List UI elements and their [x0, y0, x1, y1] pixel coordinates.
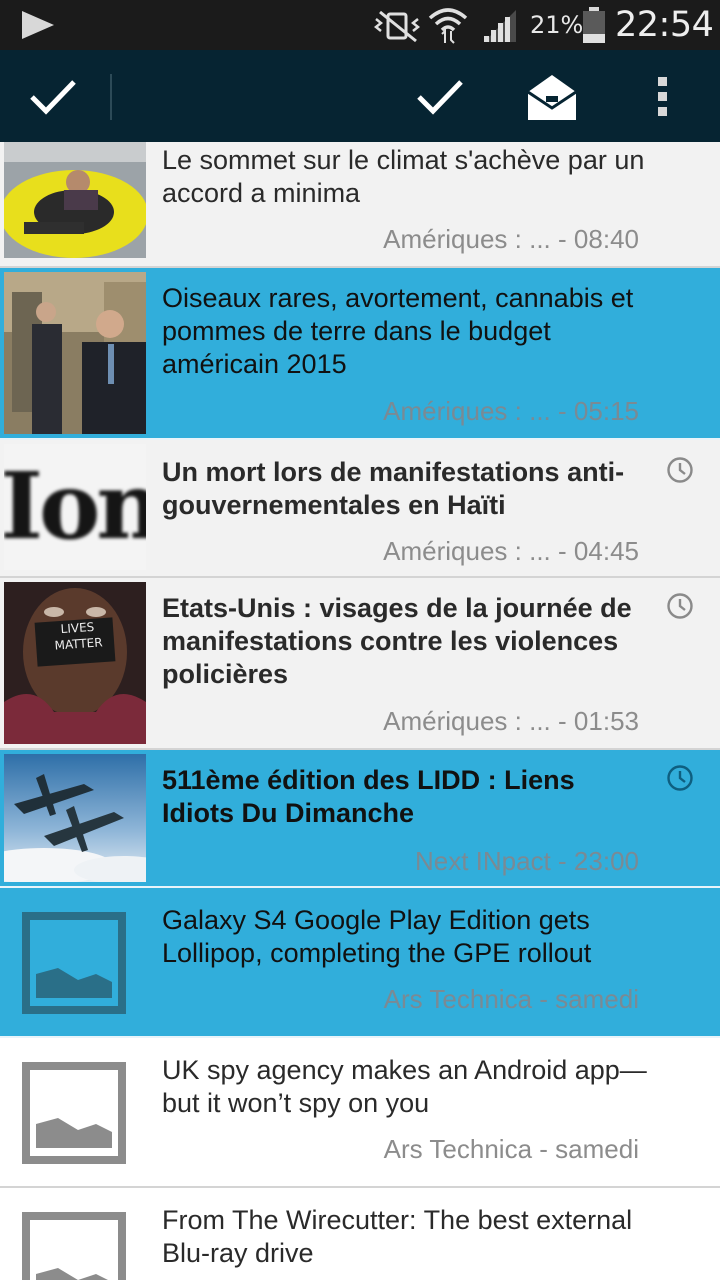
done-button[interactable]	[18, 70, 88, 124]
unread-clock-icon	[667, 457, 693, 483]
open-mail-icon	[527, 75, 577, 120]
article-item[interactable]: UK spy agency makes an Android app—but i…	[0, 1038, 720, 1188]
mark-read-icon	[417, 80, 463, 115]
action-bar	[0, 50, 720, 148]
article-title: UK spy agency makes an Android app—but i…	[162, 1055, 647, 1118]
article-thumbnail: LIVES MATTER	[4, 582, 146, 744]
unread-clock-icon	[667, 593, 693, 619]
article-source: Amériques : ...	[383, 224, 551, 254]
article-title: Un mort lors de manifestations anti-gouv…	[162, 457, 625, 520]
article-meta: Amériques : ... - 08:40	[383, 224, 639, 254]
thumbnail-masthead-text: Ion	[4, 452, 146, 560]
article-item[interactable]: Galaxy S4 Google Play Edition gets Lolli…	[0, 888, 720, 1038]
signal-icon	[484, 10, 516, 42]
article-thumbnail: Ion	[4, 444, 146, 570]
article-time: 05:15	[573, 396, 639, 426]
unread-clock-icon	[667, 765, 693, 791]
article-time: 01:53	[573, 706, 639, 736]
article-meta: Ars Technica - samedi	[384, 984, 639, 1014]
article-source: Amériques : ...	[383, 396, 551, 426]
wifi-icon	[428, 8, 468, 44]
article-title: Etats-Unis : visages de la journée de ma…	[162, 593, 632, 689]
battery-percentage: 21%	[530, 11, 584, 39]
image-placeholder-icon	[22, 1062, 126, 1164]
meta-separator: -	[558, 536, 567, 566]
article-time: 08:40	[573, 224, 639, 254]
article-thumbnail	[4, 754, 146, 882]
meta-separator: -	[558, 224, 567, 254]
meta-separator: -	[558, 706, 567, 736]
overflow-menu-button[interactable]	[640, 68, 686, 126]
image-placeholder-icon	[22, 1212, 126, 1280]
thumbnail-tape-text: LIVES MATTER	[54, 619, 103, 653]
article-meta: Next INpact - 23:00	[415, 846, 639, 876]
article-title: From The Wirecutter: The best external B…	[162, 1205, 633, 1268]
article-source: Ars Technica	[383, 1134, 533, 1164]
article-title: Oiseaux rares, avortement, cannabis et p…	[162, 283, 634, 379]
meta-separator: -	[558, 846, 567, 876]
article-meta: Amériques : ... - 05:15	[383, 396, 639, 426]
article-source: Amériques : ...	[383, 706, 551, 736]
action-bar-divider	[110, 74, 112, 120]
article-time: 23:00	[573, 846, 639, 876]
status-bar: 21% 22:54	[0, 0, 720, 50]
article-title: Le sommet sur le climat s'achève par un …	[162, 145, 645, 208]
status-clock: 22:54	[615, 5, 714, 45]
article-title: Galaxy S4 Google Play Edition gets Lolli…	[162, 905, 592, 968]
article-thumbnail	[4, 142, 146, 258]
article-source: Next INpact	[414, 846, 551, 876]
overflow-menu-icon	[658, 77, 667, 116]
article-thumbnail	[4, 272, 146, 434]
mark-read-button[interactable]	[408, 70, 472, 124]
mute-vibrate-icon	[373, 10, 421, 43]
article-item[interactable]: Oiseaux rares, avortement, cannabis et p…	[0, 268, 720, 440]
image-placeholder-icon	[22, 912, 126, 1014]
article-meta: Ars Technica - samedi	[384, 1134, 639, 1164]
play-icon	[22, 11, 54, 39]
article-meta: Amériques : ... - 04:45	[383, 536, 639, 566]
article-source: Amériques : ...	[383, 536, 551, 566]
article-title: 511ème édition des LIDD : Liens Idiots D…	[162, 765, 575, 828]
article-time: samedi	[555, 984, 639, 1014]
done-check-icon	[30, 80, 76, 115]
article-source: Ars Technica	[383, 984, 533, 1014]
article-list[interactable]: Le sommet sur le climat s'achève par un …	[0, 142, 720, 1280]
article-time: samedi	[555, 1134, 639, 1164]
mark-unread-button[interactable]	[520, 68, 584, 126]
article-item[interactable]: From The Wirecutter: The best external B…	[0, 1188, 720, 1280]
article-meta: Amériques : ... - 01:53	[383, 706, 639, 736]
article-time: 04:45	[573, 536, 639, 566]
battery-icon	[583, 7, 605, 43]
article-item[interactable]: Le sommet sur le climat s'achève par un …	[0, 142, 720, 268]
article-item[interactable]: Ion Un mort lors de manifestations anti-…	[0, 440, 720, 578]
article-item[interactable]: LIVES MATTER Etats-Unis : visages de la …	[0, 578, 720, 750]
article-item[interactable]: 511ème édition des LIDD : Liens Idiots D…	[0, 750, 720, 888]
meta-separator: -	[539, 1134, 548, 1164]
meta-separator: -	[539, 984, 548, 1014]
meta-separator: -	[558, 396, 567, 426]
